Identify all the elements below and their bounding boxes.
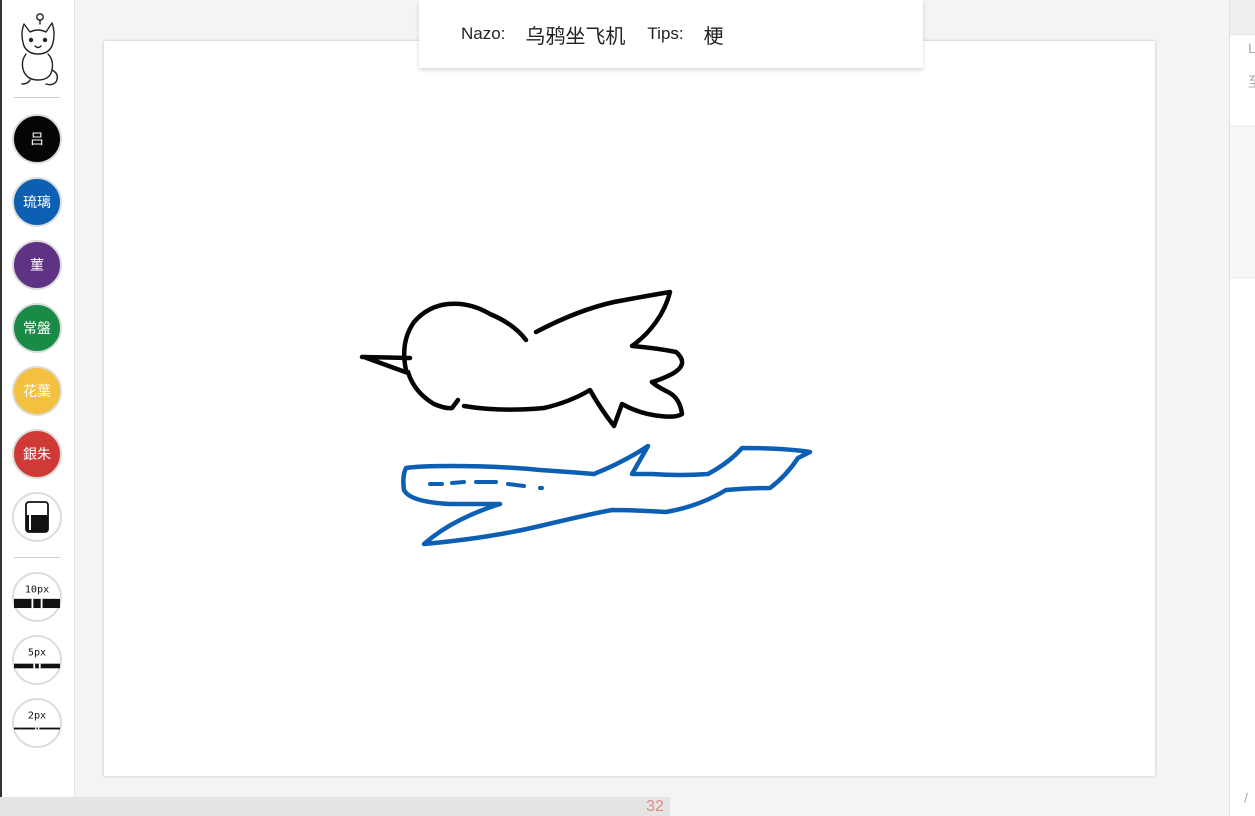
timer-bar (0, 797, 670, 816)
side-panel: L 至 / (1229, 0, 1255, 816)
cat-logo (21, 13, 59, 86)
color-swatch-label: 吕 (30, 132, 44, 148)
brush-size-10px-icon: 10px (14, 584, 60, 609)
window-edge (0, 0, 2, 816)
prompt-card: Nazo: 乌鸦坐飞机 Tips: 梗 (419, 0, 923, 68)
brush-size-2px-icon: 2px (14, 710, 60, 730)
toolbar: 吕 琉璃 菫 常盤 花葉 銀朱 10px 5px 2px (0, 0, 75, 816)
drawing-layer (359, 289, 813, 547)
brush-size-5px-button[interactable]: 5px (12, 635, 62, 685)
eraser-icon (25, 501, 49, 533)
plane-window-stroke (428, 480, 544, 490)
color-swatch-sumire[interactable]: 菫 (12, 240, 62, 290)
crow-stroke (359, 301, 529, 376)
color-swatch-hanaba[interactable]: 花葉 (12, 366, 62, 416)
countdown-counter: 32 (646, 798, 664, 815)
nazo-value: 乌鸦坐飞机 (525, 23, 626, 48)
brush-size-10px-button[interactable]: 10px (12, 572, 62, 622)
side-panel-text: L (1248, 40, 1255, 56)
color-swatch-label: 菫 (30, 258, 44, 274)
side-panel-section (1230, 126, 1255, 278)
toolbar-divider (14, 97, 60, 98)
crow-stroke (533, 289, 685, 385)
nazo-label: Nazo: (461, 24, 506, 43)
color-swatch-label: 銀朱 (23, 447, 51, 463)
toolbar-divider (14, 557, 60, 558)
color-swatch-ginshu[interactable]: 銀朱 (12, 429, 62, 479)
color-swatch-tokiwa[interactable]: 常盤 (12, 303, 62, 353)
color-swatch-lu[interactable]: 吕 (12, 114, 62, 164)
drawing-canvas[interactable] (104, 41, 1155, 776)
crow-stroke (405, 369, 685, 429)
brush-size-label: 2px (28, 710, 46, 721)
color-swatch-ruri[interactable]: 琉璃 (12, 177, 62, 227)
brush-size-label: 5px (28, 647, 46, 658)
plane-stroke (401, 443, 813, 547)
eraser-button[interactable] (12, 492, 62, 542)
color-swatch-label: 琉璃 (23, 195, 51, 211)
brush-size-2px-button[interactable]: 2px (12, 698, 62, 748)
color-swatch-label: 常盤 (23, 321, 51, 337)
side-panel-header (1230, 0, 1255, 35)
tips-label: Tips: (647, 24, 684, 43)
brush-size-5px-icon: 5px (14, 647, 60, 669)
side-panel-text: 至 (1248, 72, 1255, 92)
brush-size-label: 10px (25, 584, 49, 595)
side-panel-text: / (1244, 790, 1248, 806)
tips-value: 梗 (703, 23, 724, 48)
color-swatch-label: 花葉 (23, 384, 51, 400)
